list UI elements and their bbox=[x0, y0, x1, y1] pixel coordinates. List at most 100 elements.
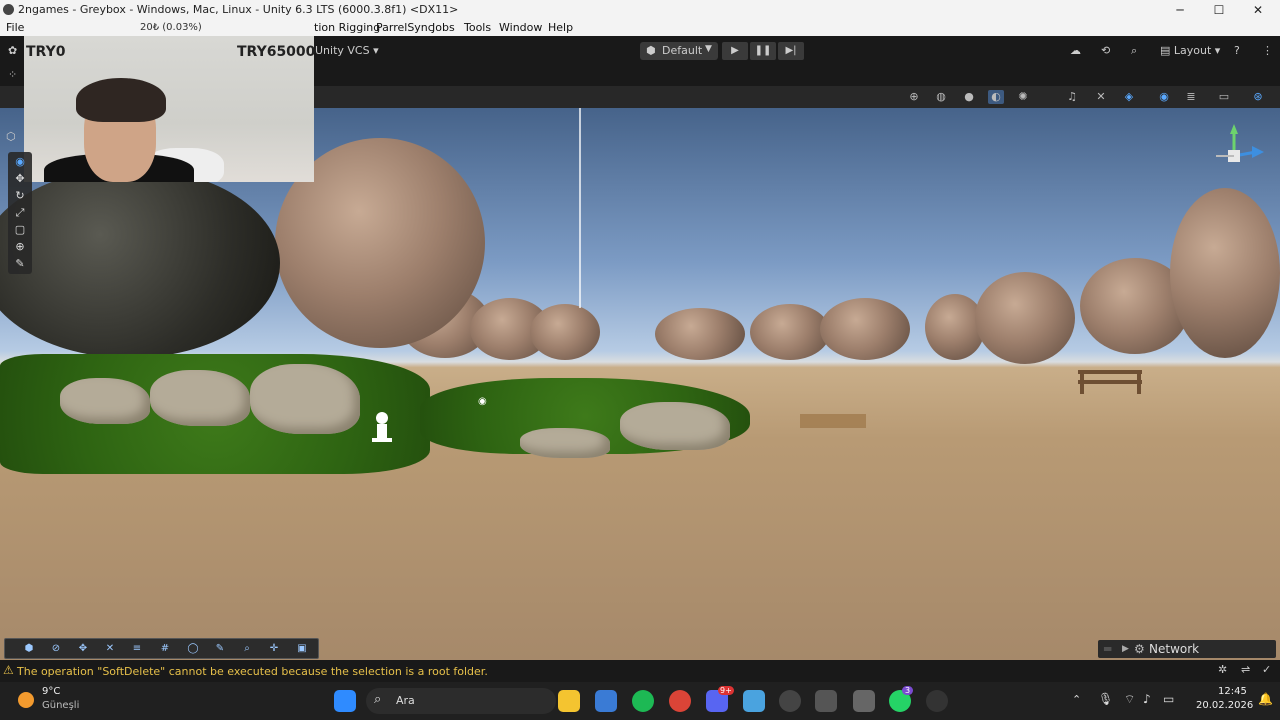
overlay-move-icon[interactable]: ✥ bbox=[73, 641, 93, 656]
app-icon[interactable] bbox=[743, 690, 765, 712]
help-icon[interactable]: ? bbox=[1234, 42, 1248, 60]
scale-tool-icon[interactable]: ⤢ bbox=[12, 205, 28, 221]
overlay-tool-5-icon[interactable]: ≡ bbox=[127, 641, 147, 656]
overlay-tool-1-icon[interactable]: ⬢ bbox=[19, 641, 39, 656]
layout-dropdown[interactable]: ▤ Layout ▾ bbox=[1160, 42, 1222, 60]
shaded-icon[interactable]: ● bbox=[961, 90, 977, 104]
network-visualization-panel[interactable]: ═ ▶ ⚙ Network Visualization bbox=[1098, 640, 1276, 674]
cube-icon[interactable]: ⬡ bbox=[6, 130, 20, 144]
drag-handle-icon[interactable]: ═ bbox=[1104, 640, 1111, 658]
scene-orientation-gizmo[interactable] bbox=[1210, 122, 1266, 178]
file-explorer-icon[interactable] bbox=[558, 690, 580, 712]
weather-temp[interactable]: 9°C bbox=[42, 686, 60, 697]
overlay-grid-icon[interactable]: # bbox=[155, 641, 175, 656]
wifi-icon[interactable]: ⌔ bbox=[1124, 692, 1135, 707]
weather-desc[interactable]: Güneşli bbox=[42, 700, 79, 711]
github-icon[interactable] bbox=[779, 690, 801, 712]
chevron-up-icon[interactable]: ⌃ bbox=[1072, 693, 1081, 706]
scene-visibility-icon[interactable]: ◈ bbox=[1121, 90, 1137, 104]
status-warning-message[interactable]: The operation "SoftDelete" cannot be exe… bbox=[17, 665, 488, 678]
check-icon[interactable]: ✓ bbox=[1262, 663, 1271, 676]
menu-file[interactable]: File bbox=[6, 21, 24, 34]
overlay-tool-11-icon[interactable]: ▣ bbox=[292, 641, 312, 656]
overlay-tool-2-icon[interactable]: ⊘ bbox=[46, 641, 66, 656]
unity-vcs-dropdown[interactable]: Unity VCS ▾ bbox=[315, 42, 379, 60]
maximize-button[interactable]: ☐ bbox=[1199, 0, 1239, 20]
search-icon: ⌕ bbox=[374, 692, 382, 707]
play-button[interactable]: ▶ bbox=[722, 42, 748, 60]
rotate-tool-icon[interactable]: ↻ bbox=[12, 188, 28, 204]
history-icon[interactable]: ⟲ bbox=[1101, 42, 1117, 60]
orientation-icon[interactable]: ⊕ bbox=[906, 90, 922, 104]
taskbar-search-box[interactable]: ⌕ Ara bbox=[366, 688, 556, 714]
debug-icon[interactable]: ✲ bbox=[1218, 663, 1227, 676]
overlay-arrows-icon[interactable]: ✛ bbox=[264, 641, 284, 656]
render-mode-icon[interactable]: ◐ bbox=[988, 90, 1004, 104]
spotify-icon[interactable] bbox=[632, 690, 654, 712]
pause-button[interactable]: ❚❚ bbox=[750, 42, 776, 60]
effects-icon[interactable]: ✕ bbox=[1093, 90, 1109, 104]
menu-animation-rigging[interactable]: tion Rigging bbox=[314, 21, 380, 34]
obs-icon[interactable] bbox=[926, 690, 948, 712]
overlay-tool-4-icon[interactable]: ✕ bbox=[100, 641, 120, 656]
network-icon: ⚙ bbox=[1134, 642, 1145, 656]
step-button[interactable]: ▶| bbox=[778, 42, 804, 60]
chrome-icon[interactable] bbox=[669, 690, 691, 712]
view-tool-icon[interactable]: ◉ bbox=[12, 154, 28, 170]
volume-icon[interactable]: ♪ bbox=[1143, 692, 1151, 706]
menu-jobs[interactable]: Jobs bbox=[432, 21, 455, 34]
collapse-icon[interactable]: ▶ bbox=[1122, 640, 1129, 658]
audio-icon[interactable]: ♫ bbox=[1064, 90, 1080, 104]
camera-settings-icon[interactable]: ▭ bbox=[1216, 90, 1232, 104]
custom-tool-icon[interactable]: ✎ bbox=[12, 256, 28, 272]
account-icon[interactable]: ✿ bbox=[8, 42, 22, 60]
hierarchy-icon[interactable]: ⁘ bbox=[8, 66, 22, 84]
overlay-paint-icon[interactable]: ✎ bbox=[210, 641, 230, 656]
transform-tool-icon[interactable]: ⊕ bbox=[12, 239, 28, 255]
webcam-stat-text: 20₺ (0.03%) bbox=[140, 22, 202, 33]
eye-icon: ◉ bbox=[478, 396, 487, 407]
discord-badge: 9+ bbox=[718, 686, 734, 695]
menu-tools[interactable]: Tools bbox=[464, 21, 491, 34]
webcam-hair bbox=[76, 78, 166, 122]
store-icon[interactable] bbox=[595, 690, 617, 712]
taskbar-search-placeholder: Ara bbox=[396, 694, 415, 707]
clock-date[interactable]: 20.02.2026 bbox=[1196, 700, 1253, 711]
progress-icon[interactable]: ⇌ bbox=[1241, 663, 1250, 676]
more-icon[interactable]: ⋮ bbox=[1262, 42, 1276, 60]
gizmos-icon[interactable]: ⊛ bbox=[1250, 90, 1266, 104]
lighting-icon[interactable]: ✺ bbox=[1015, 90, 1031, 104]
layout-preset-dropdown[interactable]: ⬢ Default ▼ bbox=[640, 42, 718, 60]
move-tool-icon[interactable]: ✥ bbox=[12, 171, 28, 187]
eye-icon[interactable]: ◉ bbox=[1156, 90, 1172, 104]
scene-overlay-toolbar: ⬢ ⊘ ✥ ✕ ≡ # ◯ ✎ ⌕ ✛ ▣ bbox=[4, 638, 319, 659]
rect-tool-icon[interactable]: ▢ bbox=[12, 222, 28, 238]
notification-icon[interactable]: 🔔 bbox=[1258, 692, 1273, 706]
minimize-button[interactable]: ─ bbox=[1160, 0, 1200, 20]
chevron-down-icon: ▼ bbox=[705, 44, 712, 54]
window-title: 2ngames - Greybox - Windows, Mac, Linux … bbox=[18, 3, 459, 16]
menu-help[interactable]: Help bbox=[548, 21, 573, 34]
overlay-search-icon[interactable]: ⌕ bbox=[237, 641, 257, 656]
global-icon[interactable]: ◍ bbox=[933, 90, 949, 104]
window-title-bar: 2ngames - Greybox - Windows, Mac, Linux … bbox=[0, 0, 1280, 20]
windows-start-icon[interactable] bbox=[334, 690, 356, 712]
battery-icon[interactable]: ▭ bbox=[1163, 692, 1174, 706]
unity-editor-icon[interactable] bbox=[853, 690, 875, 712]
close-button[interactable]: ✕ bbox=[1238, 0, 1278, 20]
player-spawn-icon[interactable] bbox=[370, 408, 394, 448]
cloud-icon[interactable]: ☁ bbox=[1070, 42, 1086, 60]
menu-window[interactable]: Window bbox=[499, 21, 542, 34]
warning-icon: ⚠ bbox=[3, 663, 14, 677]
scene-viewport[interactable]: ◉ bbox=[0, 108, 1280, 660]
overlay-circle-icon[interactable]: ◯ bbox=[183, 641, 203, 656]
sun-icon[interactable] bbox=[18, 692, 34, 708]
layers-icon[interactable]: ≣ bbox=[1183, 90, 1199, 104]
preset-icon: ⬢ bbox=[646, 44, 656, 57]
menu-parrelsync[interactable]: ParrelSync bbox=[376, 21, 434, 34]
unity-hub-icon[interactable] bbox=[815, 690, 837, 712]
microphone-icon[interactable]: 🎙 bbox=[1098, 692, 1113, 706]
unity-app-icon bbox=[3, 4, 14, 15]
search-icon[interactable]: ⌕ bbox=[1131, 42, 1147, 60]
clock-time[interactable]: 12:45 bbox=[1218, 686, 1247, 697]
